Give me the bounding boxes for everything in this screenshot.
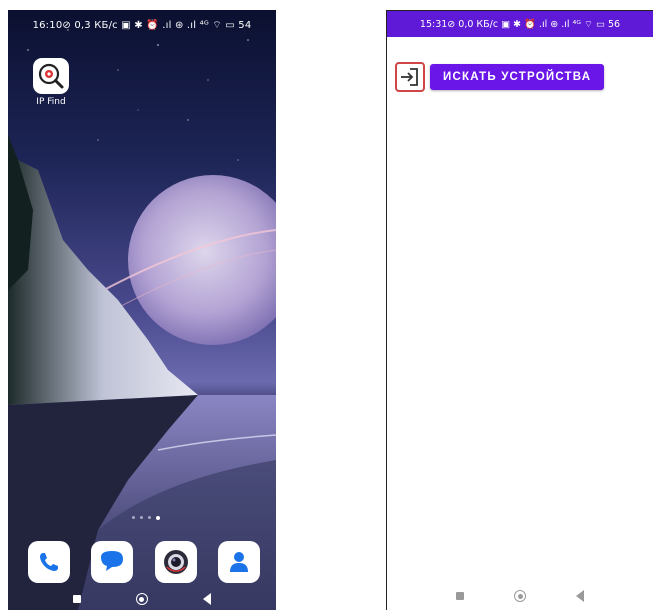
page-indicator: [132, 515, 160, 520]
page-dot: [148, 516, 151, 519]
page-dot: [132, 516, 135, 519]
recents-icon[interactable]: [456, 592, 464, 600]
home-screen: 16:10⊘ 0,3 КБ/с ▣ ✱ ⏰ .ıl ⊛ .ıl ⁴ᴳ ⌔ ▭ 5…: [8, 10, 276, 610]
navigation-bar: [8, 588, 276, 610]
app-label: IP Find: [36, 97, 66, 107]
magnifier-icon: [33, 58, 69, 94]
back-icon[interactable]: [576, 590, 584, 602]
home-icon[interactable]: [135, 593, 148, 605]
toolbar: ИСКАТЬ УСТРОЙСТВА: [395, 62, 605, 92]
login-arrow-icon: [401, 68, 418, 86]
home-icon[interactable]: [514, 590, 526, 602]
recents-icon[interactable]: [73, 595, 82, 603]
back-icon[interactable]: [202, 593, 211, 605]
dock: [28, 540, 260, 584]
messages-icon[interactable]: [91, 541, 134, 583]
app-ip-find[interactable]: IP Find: [30, 58, 72, 107]
camera-icon[interactable]: [154, 541, 197, 583]
search-devices-button[interactable]: ИСКАТЬ УСТРОЙСТВА: [430, 64, 605, 90]
navigation-bar: [387, 585, 653, 607]
status-bar: 16:10⊘ 0,3 КБ/с ▣ ✱ ⏰ .ıl ⊛ .ıl ⁴ᴳ ⌔ ▭ 5…: [32, 19, 252, 31]
page-dot-active: [156, 515, 160, 520]
ip-find-app-screen: 15:31⊘ 0,0 КБ/с ▣ ✱ ⏰ .ıl ⊛ .ıl ⁴ᴳ ⌔ ▭ 5…: [386, 10, 653, 610]
contacts-icon[interactable]: [217, 541, 260, 583]
status-bar: 15:31⊘ 0,0 КБ/с ▣ ✱ ⏰ .ıl ⊛ .ıl ⁴ᴳ ⌔ ▭ 5…: [387, 11, 653, 37]
page-dot: [140, 516, 143, 519]
phone-icon[interactable]: [28, 541, 70, 583]
screenshot-canvas: 16:10⊘ 0,3 КБ/с ▣ ✱ ⏰ .ıl ⊛ .ıl ⁴ᴳ ⌔ ▭ 5…: [0, 0, 653, 610]
login-button[interactable]: [395, 62, 425, 92]
